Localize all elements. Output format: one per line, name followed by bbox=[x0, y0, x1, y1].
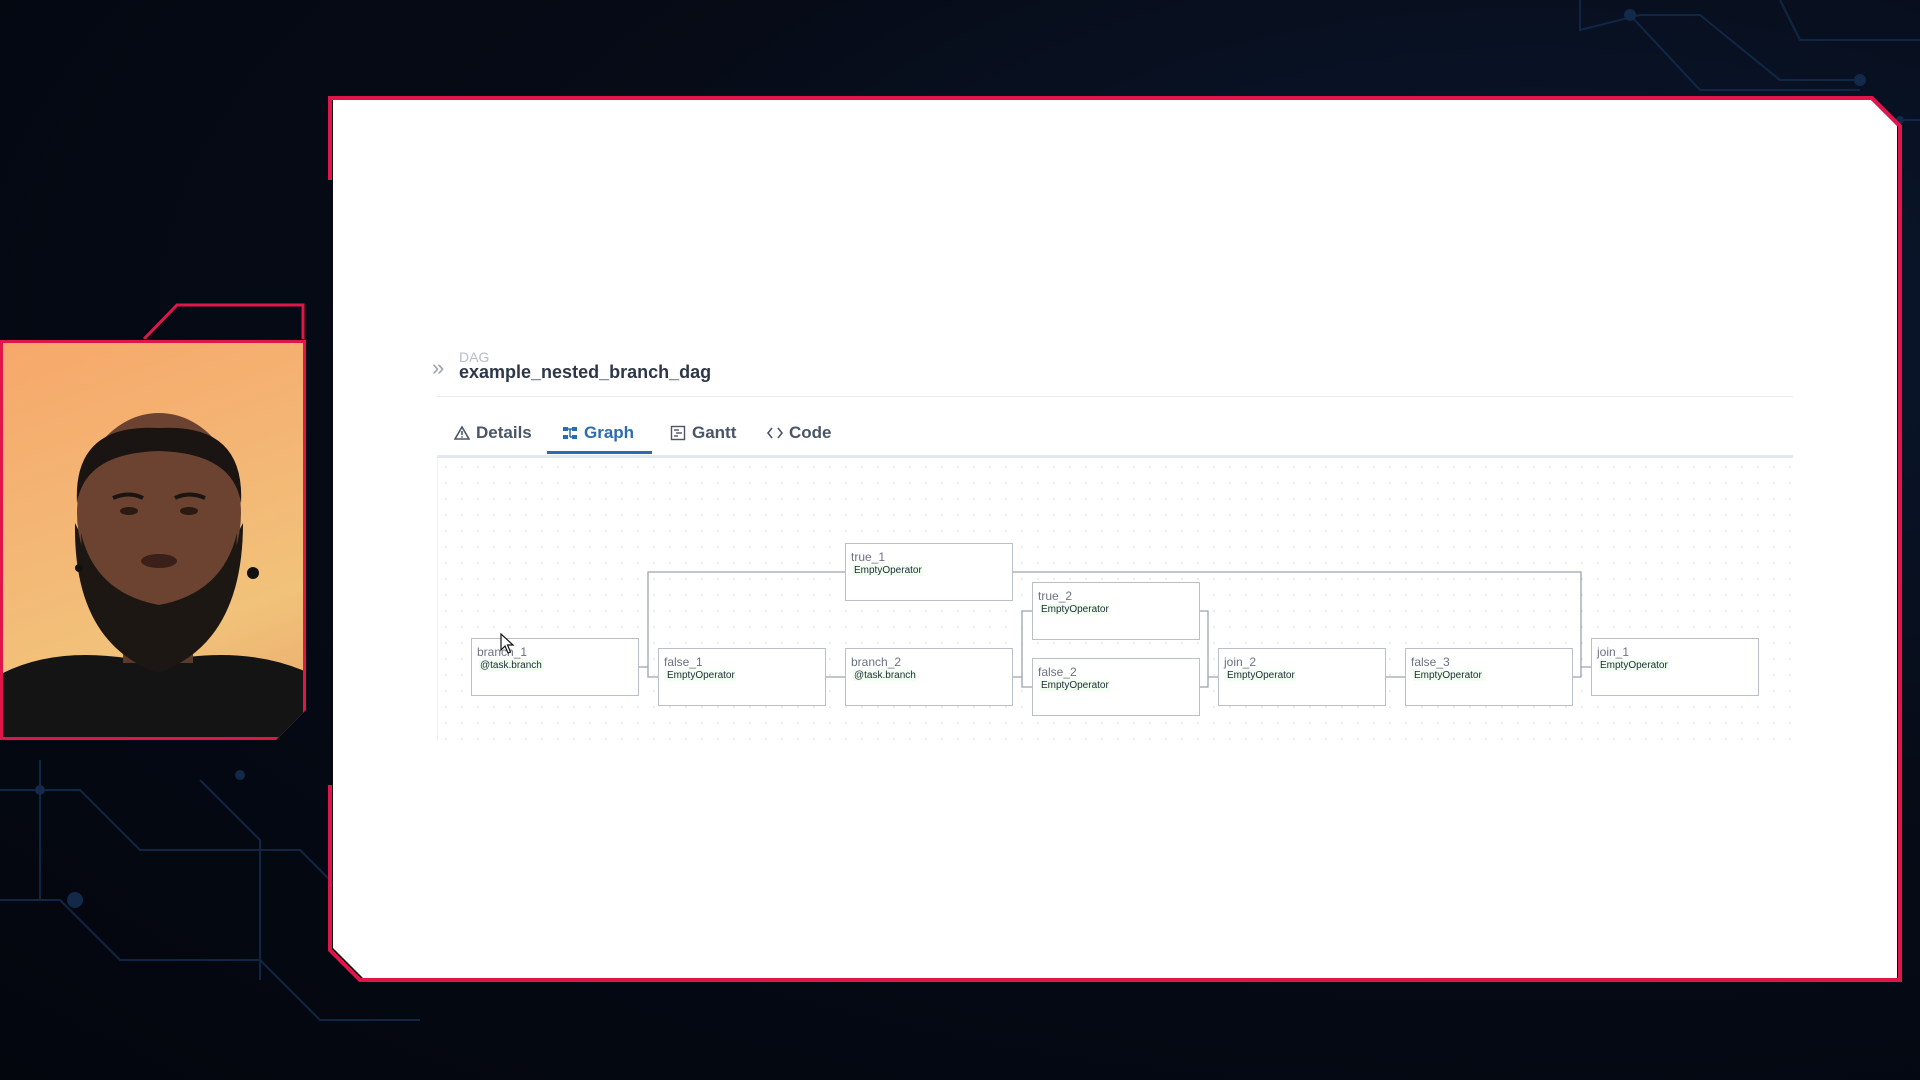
tab-code[interactable]: Code bbox=[767, 412, 832, 454]
task-node-true-1[interactable]: true_1 EmptyOperator bbox=[845, 543, 1013, 601]
task-id: true_1 bbox=[851, 550, 886, 564]
header-divider bbox=[437, 396, 1793, 397]
task-node-true-2[interactable]: true_2 EmptyOperator bbox=[1032, 582, 1200, 640]
webcam-frame-tab bbox=[143, 303, 305, 339]
tab-graph-label: Graph bbox=[584, 423, 635, 442]
task-operator: EmptyOperator bbox=[1040, 604, 1110, 615]
tab-code-label: Code bbox=[789, 423, 832, 442]
active-tab-indicator bbox=[547, 451, 652, 454]
dag-title: example_nested_branch_dag bbox=[459, 362, 712, 382]
task-operator: @task.branch bbox=[853, 670, 917, 681]
task-node-join-2[interactable]: join_2 EmptyOperator bbox=[1218, 648, 1386, 706]
mouse-cursor-icon bbox=[500, 633, 515, 654]
task-node-false-3[interactable]: false_3 EmptyOperator bbox=[1405, 648, 1573, 706]
task-id: branch_2 bbox=[851, 655, 902, 669]
task-node-join-1[interactable]: join_1 EmptyOperator bbox=[1591, 638, 1759, 696]
task-node-false-2[interactable]: false_2 EmptyOperator bbox=[1032, 658, 1200, 716]
tab-gantt-label: Gantt bbox=[692, 423, 737, 442]
task-operator: @task.branch bbox=[479, 660, 543, 671]
task-operator: EmptyOperator bbox=[1599, 660, 1669, 671]
sidebar-expand-icon[interactable]: » bbox=[432, 355, 444, 381]
task-id: false_1 bbox=[664, 655, 703, 669]
task-id: true_2 bbox=[1038, 589, 1073, 603]
task-id: false_2 bbox=[1038, 665, 1077, 679]
task-id: join_2 bbox=[1224, 655, 1257, 669]
gantt-icon bbox=[670, 425, 686, 441]
graph-icon bbox=[563, 427, 577, 439]
tab-details[interactable]: Details bbox=[454, 412, 532, 454]
task-operator: EmptyOperator bbox=[1040, 680, 1110, 691]
task-operator: EmptyOperator bbox=[1413, 670, 1483, 681]
warning-triangle-icon bbox=[454, 425, 470, 440]
task-node-branch-1[interactable]: branch_1 @task.branch bbox=[471, 638, 639, 696]
task-operator: EmptyOperator bbox=[1226, 670, 1296, 681]
task-id: false_3 bbox=[1411, 655, 1450, 669]
code-icon bbox=[767, 427, 783, 439]
tab-details-label: Details bbox=[476, 423, 532, 442]
tab-graph[interactable]: Graph bbox=[562, 412, 634, 454]
task-id: join_1 bbox=[1597, 645, 1630, 659]
presenter-webcam bbox=[0, 340, 306, 740]
task-operator: EmptyOperator bbox=[853, 565, 923, 576]
task-node-false-1[interactable]: false_1 EmptyOperator bbox=[658, 648, 826, 706]
tab-gantt[interactable]: Gantt bbox=[670, 412, 736, 454]
task-node-branch-2[interactable]: branch_2 @task.branch bbox=[845, 648, 1013, 706]
task-operator: EmptyOperator bbox=[666, 670, 736, 681]
